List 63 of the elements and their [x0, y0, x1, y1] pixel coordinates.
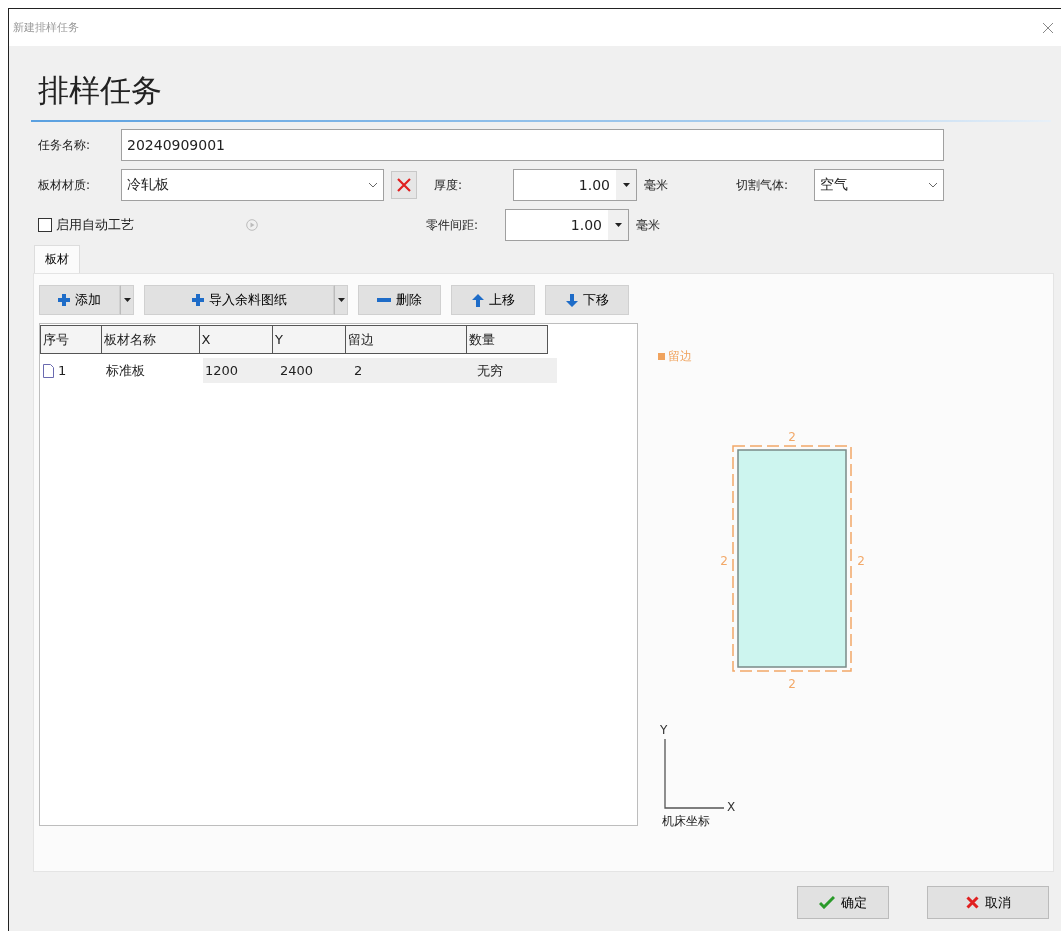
- dropdown-button[interactable]: [334, 285, 348, 315]
- gas-select[interactable]: 空气: [814, 169, 944, 201]
- page-heading: 排样任务: [38, 71, 163, 110]
- table-cell: 无穷: [475, 358, 557, 383]
- toolbar-button[interactable]: 导入余料图纸: [144, 285, 334, 315]
- caret-icon: [614, 223, 622, 227]
- toolbar-button[interactable]: 下移: [545, 285, 629, 315]
- table-cell: 2400: [278, 358, 352, 383]
- column-header: X: [198, 325, 274, 354]
- window-title: 新建排样任务: [13, 20, 79, 35]
- close-icon: [965, 896, 979, 909]
- plus-icon: [191, 294, 204, 306]
- arrow-down-icon: [565, 293, 578, 307]
- thickness-field[interactable]: 1.00: [513, 169, 637, 201]
- ok-button[interactable]: 确定: [797, 886, 889, 919]
- column-header: 板材名称: [101, 325, 200, 354]
- toolbar-button[interactable]: 删除: [358, 285, 441, 315]
- chevron-down-icon: [928, 182, 938, 188]
- axis-label: Y: [660, 723, 668, 737]
- field-label: 零件间距:: [426, 216, 480, 234]
- field-label: 板材材质:: [38, 176, 92, 194]
- column-header: 留边: [344, 325, 468, 354]
- legend-swatch: [658, 353, 665, 360]
- chevron-down-icon: [368, 182, 378, 188]
- table-cell: 1200: [203, 358, 278, 383]
- axis-label: X: [727, 800, 736, 813]
- toolbar-button[interactable]: 添加: [39, 285, 120, 315]
- unit-label: 毫米: [636, 216, 660, 234]
- caret-icon: [622, 183, 630, 187]
- close-button[interactable]: [1041, 20, 1055, 35]
- caret-icon: [123, 298, 131, 302]
- column-header: 序号: [39, 325, 103, 354]
- spacing-field[interactable]: 1.00: [505, 209, 629, 241]
- minus-icon: [377, 298, 391, 302]
- margin-value: 2: [857, 554, 865, 568]
- check-icon: [819, 896, 835, 909]
- cancel-button[interactable]: 取消: [927, 886, 1049, 919]
- play-icon: [246, 219, 258, 231]
- clear-button[interactable]: [391, 171, 417, 199]
- tab[interactable]: 板材: [34, 245, 80, 273]
- table-cell: 2: [352, 358, 475, 383]
- field-label: 切割气体:: [736, 176, 790, 194]
- column-header: Y: [272, 325, 346, 354]
- caret-icon: [337, 298, 345, 302]
- margin-value: 2: [788, 677, 796, 690]
- axis-caption: 机床坐标: [662, 813, 710, 830]
- legend-label: 留边: [668, 348, 692, 365]
- margin-value: 2: [720, 554, 728, 568]
- arrow-up-icon: [471, 293, 484, 307]
- toolbar-button[interactable]: 上移: [451, 285, 535, 315]
- field-label: 厚度:: [434, 176, 464, 194]
- plus-icon: [58, 294, 70, 306]
- column-header: 数量: [466, 325, 548, 354]
- field-label: 任务名称:: [38, 136, 92, 154]
- margin-value: 2: [788, 430, 796, 444]
- material-select[interactable]: 冷轧板: [121, 169, 384, 201]
- close-icon: [397, 178, 411, 192]
- axis-lines: [664, 738, 725, 809]
- row-number: 1: [58, 363, 67, 378]
- unit-label: 毫米: [644, 176, 668, 194]
- auto-process-checkbox[interactable]: 启用自动工艺: [38, 216, 246, 234]
- dropdown-button[interactable]: [120, 285, 134, 315]
- task-name-field[interactable]: 20240909001: [121, 129, 944, 161]
